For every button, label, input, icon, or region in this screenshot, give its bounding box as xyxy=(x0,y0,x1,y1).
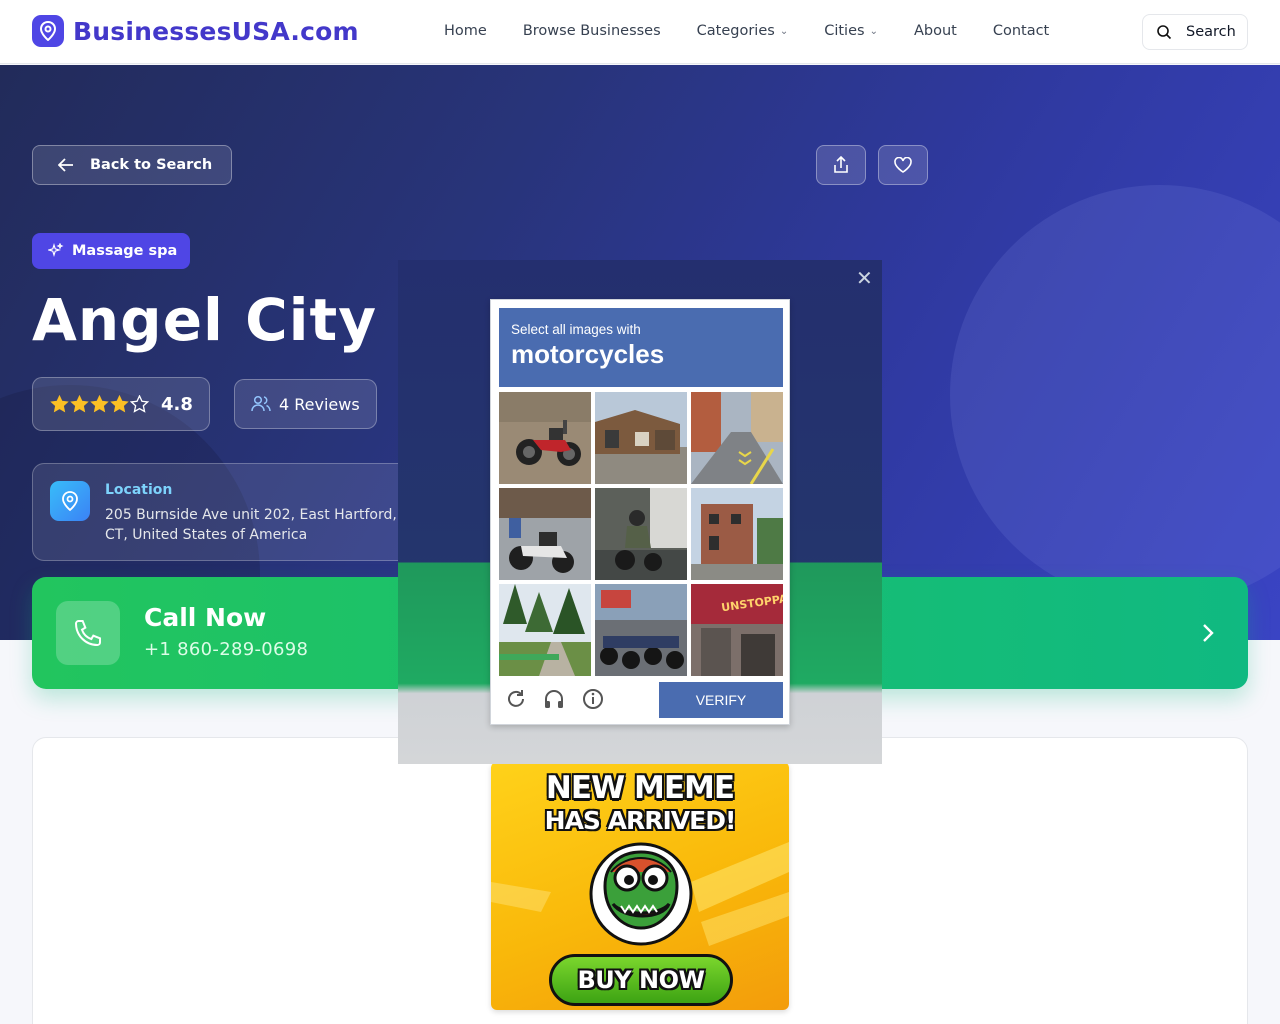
users-icon xyxy=(251,395,271,412)
nav-about[interactable]: About xyxy=(914,23,957,39)
chevron-right-icon xyxy=(1203,624,1214,642)
info-icon[interactable] xyxy=(582,688,604,710)
captcha-target: motorcycles xyxy=(511,339,665,369)
chevron-down-icon: ⌄ xyxy=(779,25,789,37)
star-outline-icon xyxy=(130,395,149,413)
nav-cities[interactable]: Cities ⌄ xyxy=(824,23,878,39)
captcha-tile[interactable] xyxy=(595,488,687,580)
ad-headline: NEW MEME xyxy=(545,770,735,806)
buy-now-button[interactable]: BUY NOW xyxy=(549,954,733,1006)
brand-logo[interactable]: BusinessesUSA.com xyxy=(32,15,359,47)
brand-name: BusinessesUSA.com xyxy=(73,16,359,46)
nav-categories-label: Categories xyxy=(696,23,775,39)
heart-icon xyxy=(894,157,912,173)
hero-decoration xyxy=(950,185,1280,605)
location-address: 205 Burnside Ave unit 202, East Hartford… xyxy=(105,507,397,543)
frog-mascot-icon xyxy=(589,842,693,946)
captcha-tile[interactable]: UNSTOPPA xyxy=(691,584,783,676)
search-label: Search xyxy=(1186,24,1236,40)
captcha-tile[interactable] xyxy=(499,392,591,484)
top-navbar: BusinessesUSA.com Home Browse Businesses… xyxy=(0,0,1280,64)
verify-button[interactable]: VERIFY xyxy=(659,682,783,718)
category-label: Massage spa xyxy=(72,243,178,259)
star-icon xyxy=(50,395,69,413)
captcha-tile[interactable] xyxy=(595,392,687,484)
back-label: Back to Search xyxy=(90,157,213,173)
nav-contact-label: Contact xyxy=(992,23,1050,39)
star-rating xyxy=(50,395,149,413)
nav-cities-label: Cities xyxy=(824,23,865,39)
nav-browse-label: Browse Businesses xyxy=(522,23,661,39)
share-icon xyxy=(834,156,848,173)
nav-browse[interactable]: Browse Businesses xyxy=(523,23,661,39)
close-icon[interactable]: ✕ xyxy=(856,266,873,290)
captcha-tile[interactable] xyxy=(595,584,687,676)
search-button[interactable]: Search xyxy=(1142,14,1248,50)
map-pin-icon xyxy=(50,481,90,521)
captcha-tile[interactable] xyxy=(691,488,783,580)
captcha-overlay: ✕ Select all images with motorcycles UNS… xyxy=(398,260,882,764)
reviews-label: 4 Reviews xyxy=(279,394,360,414)
location-label: Location xyxy=(105,482,173,498)
reload-icon[interactable] xyxy=(505,688,527,710)
phone-number: +1 860-289-0698 xyxy=(144,639,309,660)
captcha-tile[interactable] xyxy=(499,488,591,580)
back-to-search-button[interactable]: Back to Search xyxy=(32,145,232,185)
captcha-header: Select all images with motorcycles xyxy=(499,308,783,387)
captcha-grid: UNSTOPPA xyxy=(499,392,783,676)
captcha-tile[interactable] xyxy=(499,584,591,676)
captcha-tile[interactable] xyxy=(691,392,783,484)
star-icon xyxy=(90,395,109,413)
map-pin-icon xyxy=(32,15,64,47)
nav-home[interactable]: Home xyxy=(444,23,487,39)
star-icon xyxy=(110,395,129,413)
category-badge: Massage spa xyxy=(32,233,190,269)
captcha-widget: Select all images with motorcycles UNSTO… xyxy=(490,299,790,725)
headphones-icon[interactable] xyxy=(543,688,565,710)
location-card: Location 205 Burnside Ave unit 202, East… xyxy=(32,463,452,561)
chevron-down-icon: ⌄ xyxy=(869,25,878,37)
phone-icon xyxy=(56,601,120,665)
nav-contact[interactable]: Contact xyxy=(993,23,1049,39)
captcha-instruction: Select all images with xyxy=(511,322,641,337)
reviews-button[interactable]: 4 Reviews xyxy=(234,379,377,429)
nav-links: Home Browse Businesses Categories ⌄ Citie… xyxy=(444,23,1049,39)
call-title: Call Now xyxy=(144,603,267,632)
captcha-footer: VERIFY xyxy=(499,680,783,718)
nav-home-label: Home xyxy=(444,23,487,39)
ad-banner[interactable]: NEW MEME HAS ARRIVED! BUY NOW xyxy=(491,762,789,1010)
ad-subheadline: HAS ARRIVED! xyxy=(544,806,737,835)
star-icon xyxy=(70,395,89,413)
sparkles-icon xyxy=(48,243,64,257)
favorite-button[interactable] xyxy=(878,145,928,185)
nav-categories[interactable]: Categories ⌄ xyxy=(697,23,789,39)
nav-about-label: About xyxy=(913,23,957,39)
rating-box: 4.8 xyxy=(32,377,210,431)
rating-value: 4.8 xyxy=(161,393,193,415)
search-icon xyxy=(1157,25,1172,40)
share-button[interactable] xyxy=(816,145,866,185)
arrow-left-icon xyxy=(58,158,73,172)
